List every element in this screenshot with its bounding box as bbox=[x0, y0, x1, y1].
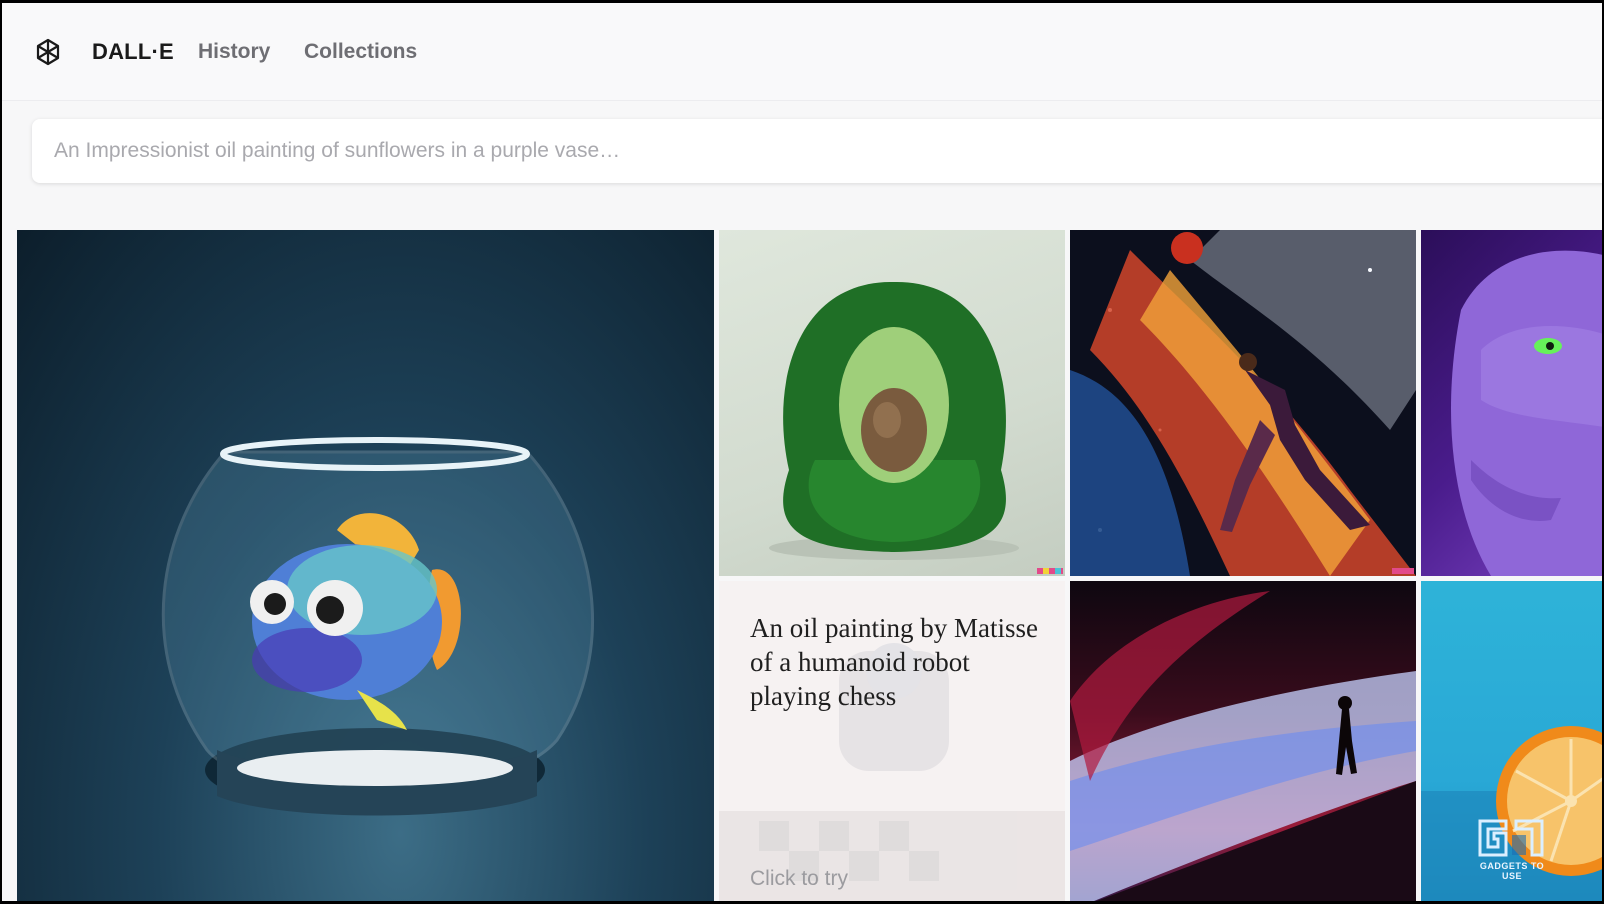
watermark-caption: GADGETS TO USE bbox=[1479, 861, 1545, 881]
gadgets-to-use-watermark: GADGETS TO USE bbox=[1472, 815, 1552, 881]
gallery-image-desert-figure[interactable] bbox=[1070, 581, 1416, 901]
click-to-try-label[interactable]: Click to try bbox=[750, 867, 848, 891]
desert-figure-artwork bbox=[1070, 591, 1416, 901]
gallery-image-space-basketball[interactable] bbox=[1070, 230, 1416, 576]
app-window: DALL·E History Collections An Impression… bbox=[2, 3, 1602, 901]
brand-name[interactable]: DALL·E bbox=[92, 39, 174, 65]
example-prompt-card[interactable]: An oil painting by Matisse of a humanoid… bbox=[719, 581, 1065, 901]
prompt-bar bbox=[32, 119, 1602, 183]
gallery-image-fishbowl[interactable] bbox=[17, 230, 714, 901]
purple-creature-artwork bbox=[1451, 250, 1602, 576]
prompt-input[interactable] bbox=[32, 119, 1602, 183]
example-prompt-text: An oil painting by Matisse of a humanoid… bbox=[750, 613, 1038, 711]
fishbowl-artwork bbox=[161, 437, 594, 816]
gtu-logo-icon bbox=[1478, 819, 1544, 857]
nav-link-collections[interactable]: Collections bbox=[304, 40, 417, 64]
openai-logo-icon[interactable] bbox=[32, 36, 64, 68]
gallery-image-purple-creature[interactable] bbox=[1421, 230, 1602, 576]
top-nav-bar: DALL·E History Collections bbox=[2, 3, 1602, 101]
avocado-chair-artwork bbox=[769, 281, 1063, 574]
space-basketball-artwork bbox=[1070, 230, 1416, 576]
nav-link-history[interactable]: History bbox=[198, 40, 270, 64]
gallery-image-avocado-chair[interactable] bbox=[719, 230, 1065, 576]
